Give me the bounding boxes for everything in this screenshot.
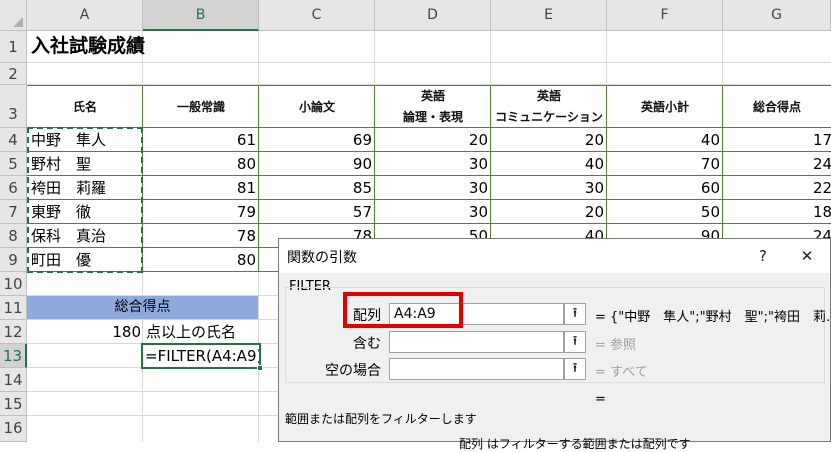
cell-essay[interactable]: 90: [259, 152, 374, 176]
cell-english-subtotal[interactable]: 70: [607, 152, 722, 176]
dialog-titlebar[interactable]: 関数の引数 ? ✕: [279, 239, 830, 273]
row-header-15[interactable]: 15: [0, 392, 27, 416]
row-header-10[interactable]: 10: [0, 272, 27, 296]
cell-general[interactable]: 80: [143, 248, 258, 272]
criteria-header[interactable]: 総合得点: [27, 296, 258, 319]
dialog-title: 関数の引数: [287, 250, 357, 266]
arg-if-empty-result: = すべて: [595, 365, 648, 380]
row-header-14[interactable]: 14: [0, 368, 27, 392]
row-header-5[interactable]: 5: [0, 152, 27, 176]
cell-english-comm[interactable]: 30: [491, 176, 606, 200]
cell-english-logic[interactable]: 20: [375, 128, 490, 152]
cell-essay[interactable]: 85: [259, 176, 374, 200]
cell-total[interactable]: 220: [723, 176, 831, 200]
row-header-6[interactable]: 6: [0, 176, 27, 200]
row-header-12[interactable]: 12: [0, 320, 27, 344]
column-header-e[interactable]: E: [491, 0, 607, 31]
arg-include-result: = 参照: [595, 338, 637, 353]
cell-general[interactable]: 61: [143, 128, 258, 152]
header-english-comm-line1: 英語: [536, 88, 561, 103]
column-header-a[interactable]: A: [27, 0, 143, 31]
cell-general[interactable]: 79: [143, 200, 258, 224]
function-arguments-dialog: 関数の引数 ? ✕ FILTER 配列 A4:A9 ⭱ = {"中野 隼人";"…: [278, 238, 831, 451]
header-total[interactable]: 総合得点: [723, 85, 831, 128]
arg-include-collapse-button[interactable]: ⭱: [564, 331, 586, 353]
column-header-d[interactable]: D: [375, 0, 491, 31]
cell-essay[interactable]: 69: [259, 128, 374, 152]
sheet-title[interactable]: 入社試験成績: [31, 31, 145, 62]
cell-english-comm[interactable]: 20: [491, 200, 606, 224]
active-cell-formula[interactable]: =FILTER(A4:A9): [141, 343, 261, 369]
close-button[interactable]: ✕: [789, 243, 825, 269]
cell-essay[interactable]: 57: [259, 200, 374, 224]
cell-english-logic[interactable]: 30: [375, 176, 490, 200]
row-header-7[interactable]: 7: [0, 200, 27, 224]
header-english-logic-line1: 英語: [420, 88, 445, 103]
arg-array-collapse-button[interactable]: ⭱: [564, 303, 586, 325]
column-header-g[interactable]: G: [723, 0, 831, 31]
row-header-11[interactable]: 11: [0, 296, 27, 320]
cell-english-subtotal[interactable]: 60: [607, 176, 722, 200]
column-header-f[interactable]: F: [607, 0, 723, 31]
cell-english-logic[interactable]: 30: [375, 152, 490, 176]
header-english-subtotal[interactable]: 英語小計: [607, 85, 723, 128]
row-header-4[interactable]: 4: [0, 128, 27, 152]
up-arrow-icon: ⭱: [572, 334, 578, 349]
arg-include-input[interactable]: [389, 331, 564, 353]
select-all-corner[interactable]: [0, 0, 27, 31]
header-essay[interactable]: 小論文: [259, 85, 375, 128]
cell-general[interactable]: 78: [143, 224, 258, 248]
criteria-suffix: 点以上の氏名: [146, 323, 237, 341]
up-arrow-icon: ⭱: [572, 306, 578, 321]
header-english-logic[interactable]: 英語 論理・表現: [375, 85, 491, 128]
arg-if-empty-collapse-button[interactable]: ⭱: [564, 358, 586, 380]
argument-description: 配列 はフィルターする範囲または配列です: [459, 437, 691, 451]
highlight-box: [343, 292, 463, 328]
row-header-2[interactable]: 2: [0, 63, 27, 85]
row-header-3[interactable]: 3: [0, 85, 27, 128]
criteria-header-label: 総合得点: [114, 299, 171, 315]
header-english-logic-line2: 論理・表現: [402, 109, 463, 124]
up-arrow-icon: ⭱: [572, 361, 578, 376]
cell-total[interactable]: 170: [723, 128, 831, 152]
row-header-16[interactable]: 16: [0, 416, 27, 442]
cell-english-comm[interactable]: 20: [491, 128, 606, 152]
criteria-value[interactable]: 180: [27, 320, 143, 344]
cell-english-logic[interactable]: 30: [375, 200, 490, 224]
arg-if-empty-label: 空の場合: [325, 363, 381, 379]
copy-selection-marquee: [27, 127, 143, 273]
function-description: 範囲または配列をフィルターします: [285, 412, 477, 426]
cell-general[interactable]: 80: [143, 152, 258, 176]
row-header-8[interactable]: 8: [0, 224, 27, 248]
row-header-1[interactable]: 1: [0, 31, 27, 63]
header-english-comm-line2: コミュニケーション: [495, 109, 603, 124]
fill-handle[interactable]: [257, 365, 263, 371]
header-english-comm[interactable]: 英語 コミュニケーション: [491, 85, 607, 128]
cell-english-subtotal[interactable]: 40: [607, 128, 722, 152]
cell-total[interactable]: 180: [723, 200, 831, 224]
help-button[interactable]: ?: [745, 243, 781, 269]
cell-english-comm[interactable]: 40: [491, 152, 606, 176]
header-name[interactable]: 氏名: [27, 85, 143, 128]
arg-include-label: 含む: [353, 336, 381, 352]
column-header-c[interactable]: C: [259, 0, 375, 31]
arg-array-result: = {"中野 隼人";"野村 聖";"袴田 莉...: [595, 310, 831, 325]
row-header-13[interactable]: 13: [0, 344, 27, 368]
cell-total[interactable]: 240: [723, 152, 831, 176]
row-header-9[interactable]: 9: [0, 248, 27, 272]
cell-general[interactable]: 81: [143, 176, 258, 200]
header-general[interactable]: 一般常識: [143, 85, 259, 128]
formula-result: =: [595, 392, 606, 407]
arg-if-empty-input[interactable]: [389, 358, 564, 380]
cell-english-subtotal[interactable]: 50: [607, 200, 722, 224]
column-header-b[interactable]: B: [143, 0, 259, 31]
